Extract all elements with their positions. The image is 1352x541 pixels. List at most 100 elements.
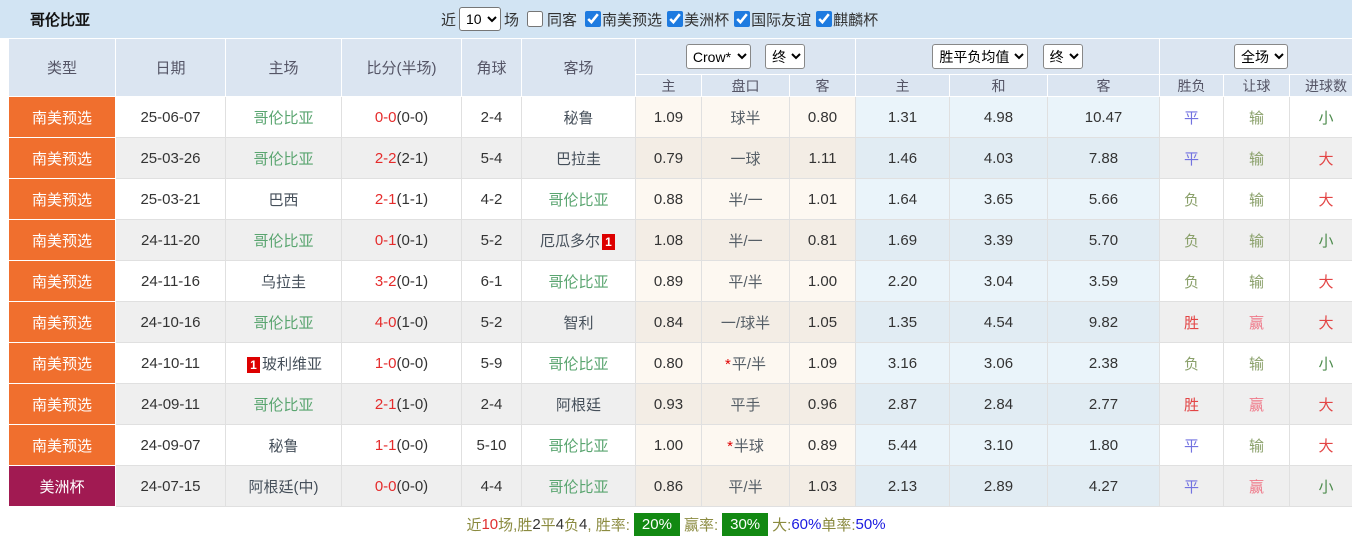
same-away-checkbox[interactable] [527,11,543,27]
result-goals: 大 [1290,302,1352,343]
odds-away: 1.11 [790,138,856,179]
score-cell: 1-1(0-0) [342,425,462,466]
avg-away: 9.82 [1048,302,1160,343]
match-date: 25-03-21 [116,179,226,220]
match-date: 25-06-07 [116,97,226,138]
result-goals: 小 [1290,466,1352,507]
corner-cell: 5-10 [462,425,522,466]
avg-select-group: 胜平负均值 终 [856,39,1160,75]
odds-handicap: 平/半 [702,466,790,507]
result-goals: 大 [1290,179,1352,220]
summary-text: , 胜率: [587,514,630,535]
table-row: 南美预选 24-10-11 1玻利维亚 1-0(0-0) 5-9 哥伦比亚 0.… [9,343,1352,384]
avg-home: 1.35 [856,302,950,343]
team-title: 哥伦比亚 [0,9,438,30]
filter-checkbox[interactable] [816,11,832,27]
avg-home: 2.20 [856,261,950,302]
odds-state-select[interactable]: 终 [765,44,805,69]
away-team: 哥伦比亚 [522,261,636,302]
odds-handicap: *平/半 [702,343,790,384]
summary-text: 平 [541,514,556,535]
match-type: 南美预选 [9,384,116,425]
match-date: 24-09-07 [116,425,226,466]
result-handicap: 输 [1224,343,1290,384]
away-team: 智利 [522,302,636,343]
score-cell: 1-0(0-0) [342,343,462,384]
home-team: 阿根廷(中) [226,466,342,507]
avg-draw: 3.04 [950,261,1048,302]
subcol-wdl: 胜负 [1160,75,1224,97]
avg-draw: 2.89 [950,466,1048,507]
match-date: 24-11-20 [116,220,226,261]
avg-home: 1.46 [856,138,950,179]
table-row: 南美预选 25-03-21 巴西 2-1(1-1) 4-2 哥伦比亚 0.88 … [9,179,1352,220]
result-goals: 大 [1290,384,1352,425]
avg-away: 4.27 [1048,466,1160,507]
red-card-badge: 1 [247,357,260,373]
filter-checkbox[interactable] [734,11,750,27]
summary-bar: 近10场,胜2平4负4, 胜率:20% 赢率:30% 大:60% 单率:50% [0,507,1352,541]
summary-text: 2 [532,516,540,533]
away-team: 哥伦比亚 [522,343,636,384]
result-wdl: 平 [1160,138,1224,179]
avg-draw: 4.54 [950,302,1048,343]
away-team: 秘鲁 [522,97,636,138]
rate-badge: 20% [634,513,680,536]
match-date: 24-11-16 [116,261,226,302]
filter-label: 国际友谊 [751,9,811,30]
result-wdl: 平 [1160,425,1224,466]
score-cell: 0-1(0-1) [342,220,462,261]
result-handicap: 赢 [1224,384,1290,425]
same-away-label: 同客 [547,9,577,30]
odds-away: 1.09 [790,343,856,384]
scope-select[interactable]: 全场 [1234,44,1288,69]
filter-label: 南美预选 [602,9,662,30]
home-team: 秘鲁 [226,425,342,466]
recent-count-select[interactable]: 10 [459,7,501,31]
subcol-avg-draw: 和 [950,75,1048,97]
avg-draw: 4.98 [950,97,1048,138]
table-row: 南美预选 25-06-07 哥伦比亚 0-0(0-0) 2-4 秘鲁 1.09 … [9,97,1352,138]
odds-handicap: 球半 [702,97,790,138]
filter-controls: 近 10 场 同客 南美预选美洲杯国际友谊麒麟杯 [438,7,878,31]
odds-home: 1.00 [636,425,702,466]
filter-option: 国际友谊 [729,9,811,30]
odds-away: 0.81 [790,220,856,261]
match-type: 南美预选 [9,179,116,220]
match-type: 南美预选 [9,220,116,261]
subcol-odds-away: 客 [790,75,856,97]
filter-label: 麒麟杯 [833,9,878,30]
corner-cell: 2-4 [462,97,522,138]
avg-draw: 2.84 [950,384,1048,425]
avg-away: 2.38 [1048,343,1160,384]
filter-option: 美洲杯 [662,9,729,30]
avg-home: 2.13 [856,466,950,507]
avg-away: 1.80 [1048,425,1160,466]
avg-state-select[interactable]: 终 [1043,44,1083,69]
avg-draw: 4.03 [950,138,1048,179]
odds-company-select[interactable]: Crow* [686,44,751,69]
score-cell: 2-2(2-1) [342,138,462,179]
top-bar: 哥伦比亚 近 10 场 同客 南美预选美洲杯国际友谊麒麟杯 [0,0,1352,38]
subcol-goals: 进球数 [1290,75,1352,97]
home-team: 乌拉圭 [226,261,342,302]
score-cell: 3-2(0-1) [342,261,462,302]
filter-checkbox[interactable] [667,11,683,27]
avg-type-select[interactable]: 胜平负均值 [932,44,1028,69]
odds-away: 0.89 [790,425,856,466]
result-wdl: 负 [1160,220,1224,261]
odds-away: 1.03 [790,466,856,507]
corner-cell: 2-4 [462,384,522,425]
result-goals: 大 [1290,261,1352,302]
odds-home: 0.80 [636,343,702,384]
table-row: 南美预选 25-03-26 哥伦比亚 2-2(2-1) 5-4 巴拉圭 0.79… [9,138,1352,179]
same-away-option: 同客 [522,9,580,30]
summary-text: 负 [564,514,579,535]
avg-away: 5.70 [1048,220,1160,261]
summary-text: 大: [772,514,791,535]
result-goals: 小 [1290,97,1352,138]
filter-checkbox[interactable] [585,11,601,27]
summary-text: 4 [556,516,564,533]
match-date: 24-09-11 [116,384,226,425]
match-type: 美洲杯 [9,466,116,507]
